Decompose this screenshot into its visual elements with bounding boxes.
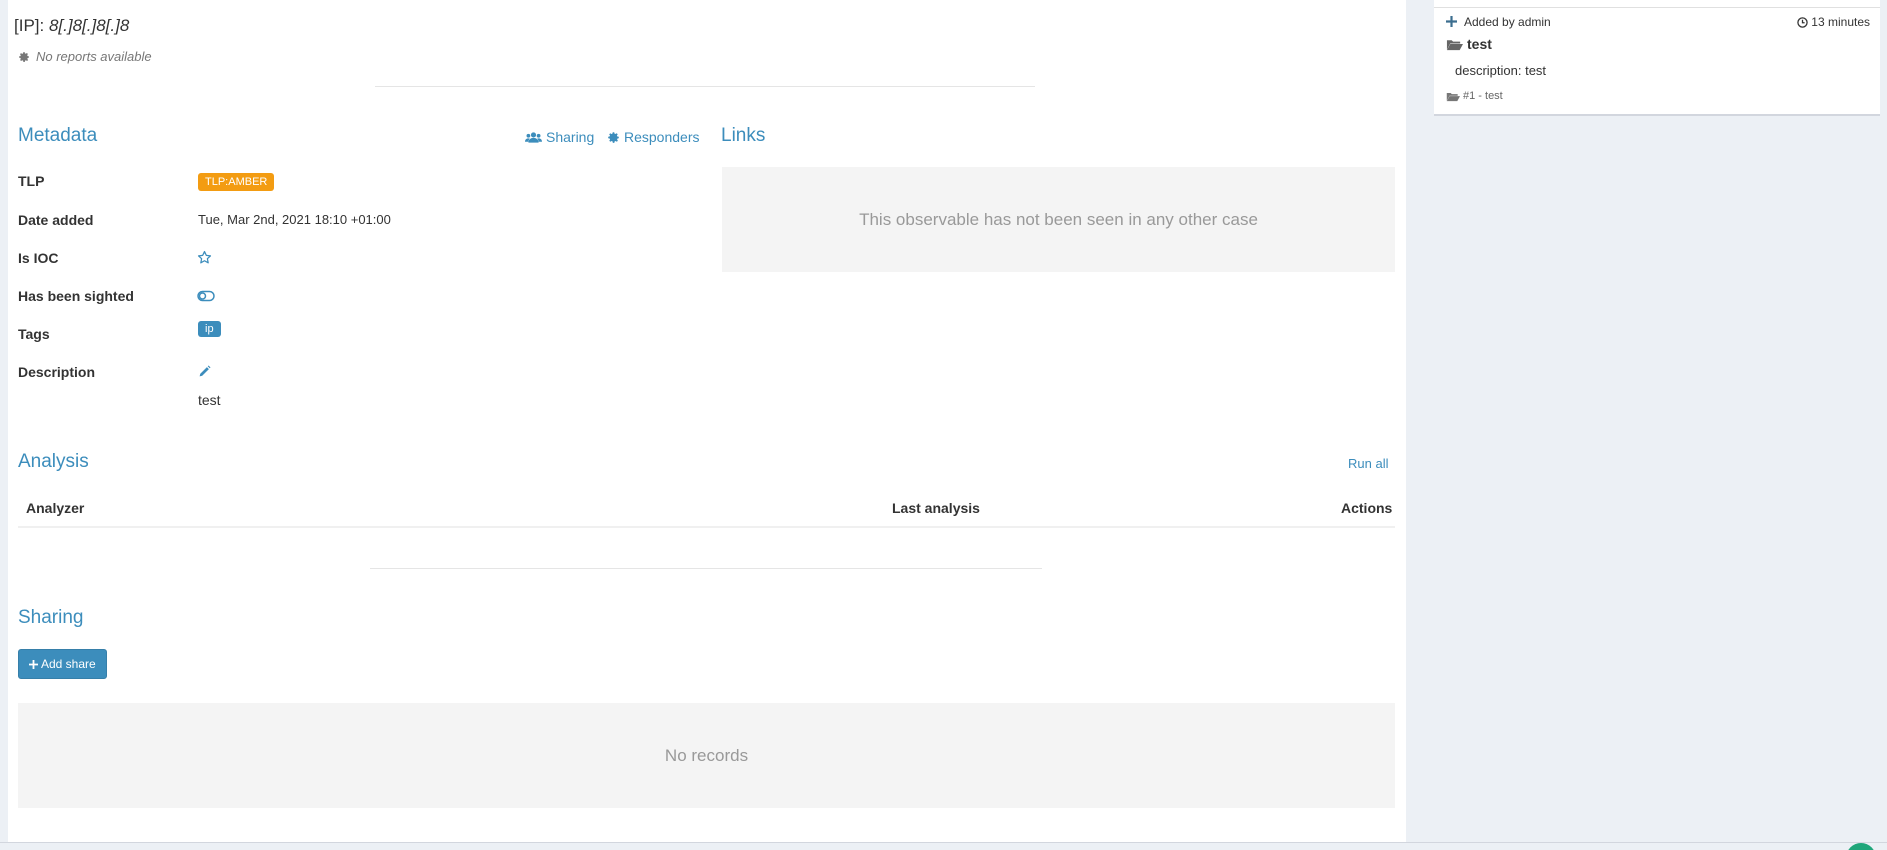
sharing-link[interactable]: Sharing [525,129,594,145]
actions-column-header: Actions [1341,500,1393,516]
tlp-badge[interactable]: TLP:AMBER [198,173,275,191]
folder-open-icon [1446,38,1463,51]
analysis-title: Analysis [18,451,89,472]
case-reference[interactable]: #1 - test [1446,90,1503,102]
links-empty-message: This observable has not been seen in any… [859,209,1258,229]
sharing-empty-box: No records [18,703,1395,808]
links-title: Links [721,125,766,146]
tlp-label: TLP [18,173,45,189]
no-reports-text: No reports available [36,49,152,64]
links-empty-box: This observable has not been seen in any… [722,167,1395,272]
time-ago-text: 13 minutes [1811,15,1870,29]
add-share-button[interactable]: Add share [18,649,107,679]
date-added-label: Date added [18,212,94,228]
gear-icon [18,51,30,63]
time-ago: 13 minutes [1797,15,1870,29]
description-label: Description [18,364,96,380]
observable-value: 8[.]8[.]8[.]8 [48,16,130,35]
responders-link[interactable]: Responders [607,129,700,145]
description-value: test [198,392,221,408]
add-share-label: Add share [41,657,96,671]
last-analysis-column-header[interactable]: Last analysis [892,500,980,516]
folder-open-icon [1446,91,1460,102]
toggle-off-icon[interactable] [197,290,215,302]
star-icon[interactable] [197,250,212,265]
sharing-empty-message: No records [664,745,749,765]
observable-type: [IP]: [14,16,45,35]
responders-link-label: Responders [624,129,700,145]
added-by-text: Added by admin [1464,15,1551,29]
sidebar-previous-card [1434,0,1880,8]
case-description: description: test [1455,63,1547,78]
tag-badge[interactable]: ip [198,321,221,337]
divider [370,568,1042,569]
divider [375,86,1035,87]
tags-label: Tags [18,326,50,342]
date-added-value: Tue, Mar 2nd, 2021 18:10 +01:00 [198,212,391,227]
plus-icon [29,659,38,669]
gear-icon [607,131,620,144]
is-ioc-label: Is IOC [18,250,59,266]
users-icon [525,131,542,144]
metadata-title: Metadata [18,125,98,146]
pencil-icon[interactable] [198,365,211,378]
status-indicator[interactable] [1846,843,1876,850]
table-header-divider [18,526,1395,528]
sharing-title: Sharing [18,607,84,628]
plus-icon [1446,16,1457,27]
clock-icon [1797,16,1809,28]
sharing-link-label: Sharing [546,129,595,145]
observable-title: [IP]: 8[.]8[.]8[.]8 [14,16,129,36]
run-all-button[interactable]: Run all [1348,456,1388,471]
case-title[interactable]: test [1446,36,1492,52]
case-name: test [1467,36,1492,52]
reports-status: No reports available [18,49,152,64]
has-been-sighted-label: Has been sighted [18,288,134,304]
case-ref-text: #1 - test [1463,90,1503,102]
analyzer-column-header[interactable]: Analyzer [26,500,84,516]
sidebar-activity-card: Added by admin 13 minutes test descripti… [1434,8,1880,116]
bottom-divider [0,842,1887,843]
